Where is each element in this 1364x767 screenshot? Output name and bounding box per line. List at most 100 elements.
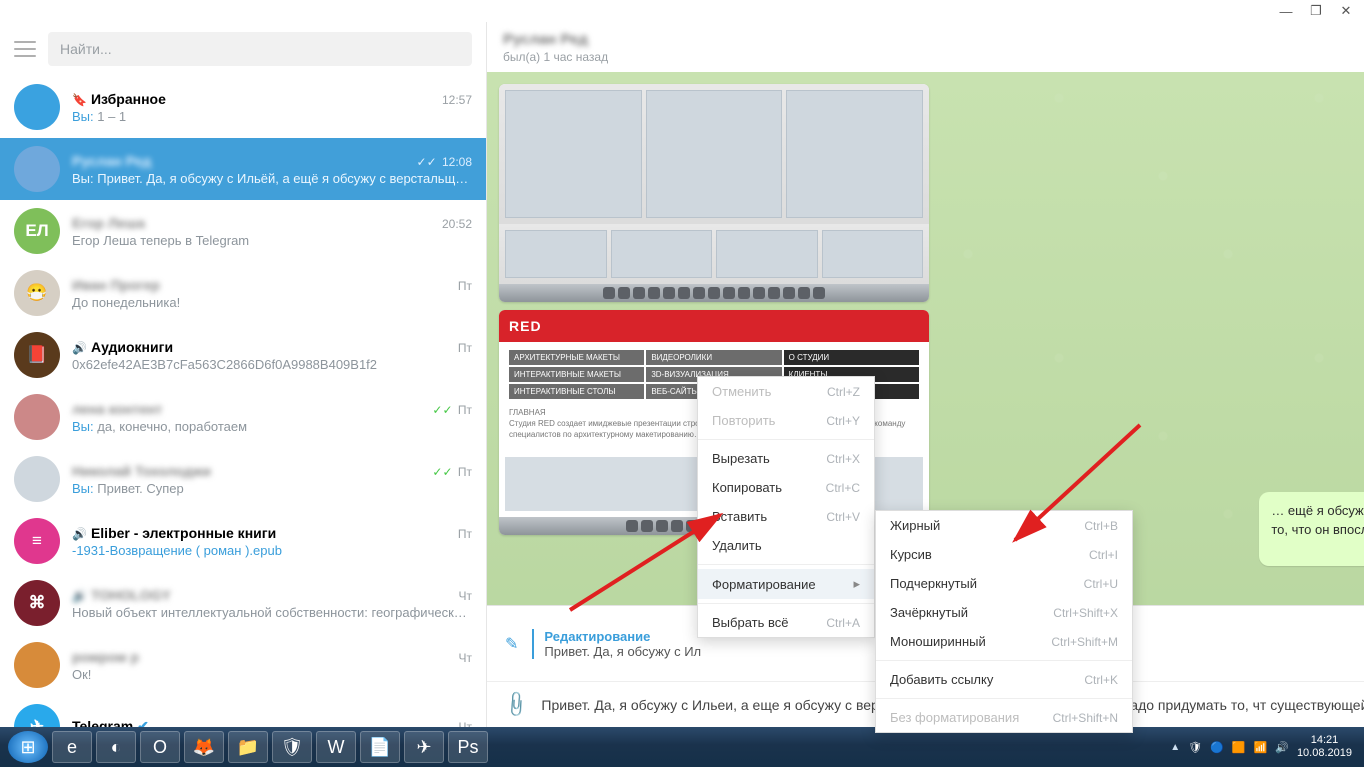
chat-item[interactable]: 😷Иван ПрогерПтДо понедельника! (0, 262, 486, 324)
taskbar-app-icon[interactable]: ◐ (96, 731, 136, 763)
chat-time: 12:57 (442, 93, 472, 107)
taskbar-app-icon[interactable]: e (52, 731, 92, 763)
edit-icon: ✎ (505, 634, 518, 654)
chat-item[interactable]: ≡🔊Eliber - электронные книгиПт-1931-Возв… (0, 510, 486, 572)
chat-list: 🔖Избранное12:57Вы: 1 – 1 Руслан Ред ✓✓ 12:… (0, 76, 486, 727)
menu-item[interactable]: МоноширинныйCtrl+Shift+M (876, 627, 1132, 656)
chat-item[interactable]: Руслан Ред✓✓ 12:08Вы: Привет. Да, я обсу… (0, 138, 486, 200)
menu-item[interactable]: Вырезать Ctrl+X (698, 444, 874, 473)
chat-name: Telegram ✔ (72, 718, 149, 728)
attach-icon[interactable]: 📎 (501, 689, 532, 720)
chat-time: Чт (459, 651, 473, 665)
system-tray: ▲ 🛡 🔵 🟧 📶 🔊 14:21 10.08.2019 (1170, 734, 1358, 760)
clock-date: 10.08.2019 (1297, 747, 1352, 760)
menu-item[interactable]: ЗачёркнутыйCtrl+Shift+X (876, 598, 1132, 627)
outgoing-message[interactable]: … ещё я обсужу с верстальщиком, и разраб… (1259, 492, 1364, 566)
menu-label: Вырезать (712, 451, 770, 466)
menu-shortcut: Ctrl+K (1084, 673, 1118, 687)
contact-name: Руслан Ред (503, 31, 1364, 48)
menu-label: Зачёркнутый (890, 605, 968, 620)
tray-icon[interactable]: 🛡 (1188, 741, 1202, 754)
chat-preview: До понедельника! (72, 295, 472, 310)
taskbar-app-icon[interactable]: 📄 (360, 731, 400, 763)
menu-shortcut: Ctrl+C (826, 481, 860, 495)
chat-item[interactable]: 🔖Избранное12:57Вы: 1 – 1 (0, 76, 486, 138)
chat-item[interactable]: ⌘🔊TOHOLOGYЧтНовый объект интеллектуально… (0, 572, 486, 634)
menu-label: Удалить (712, 538, 762, 553)
taskbar-clock[interactable]: 14:21 10.08.2019 (1297, 734, 1352, 760)
avatar: 😷 (14, 270, 60, 316)
message-media-1[interactable] (499, 84, 929, 302)
chat-time: ✓✓ Пт (432, 465, 472, 479)
menu-label: Жирный (890, 518, 940, 533)
chat-name: Николай Тохолоджи (72, 463, 211, 479)
menu-item[interactable]: ПодчеркнутыйCtrl+U (876, 569, 1132, 598)
tray-expand-icon[interactable]: ▲ (1170, 742, 1180, 753)
taskbar-app-icon[interactable]: ✈ (404, 731, 444, 763)
chat-name: 🔊TOHOLOGY (72, 587, 171, 603)
menu-label: Повторить (712, 413, 775, 428)
menu-item[interactable]: Жирный Ctrl+B (876, 511, 1132, 540)
search-input[interactable]: Найти... (48, 32, 472, 66)
contact-status: был(а) 1 час назад (503, 50, 1364, 64)
chat-item[interactable]: 📕🔊АудиокнигиПт0x62efe42AE3B7cFa563C2866D… (0, 324, 486, 386)
menu-item[interactable]: КопироватьCtrl+C (698, 473, 874, 502)
taskbar-app-icon[interactable]: O (140, 731, 180, 763)
chat-type-icon: 🔖 (72, 93, 87, 107)
menu-shortcut: Ctrl+B (1084, 519, 1118, 533)
chat-item[interactable]: лена контент✓✓ ПтВы: да, конечно, порабо… (0, 386, 486, 448)
taskbar-icons: ⊞e◐O🦊📁🛡W📄✈Ps (6, 731, 490, 763)
chat-preview: Вы: Привет. Супер (72, 481, 472, 496)
taskbar-app-icon[interactable]: Ps (448, 731, 488, 763)
tray-icon[interactable]: 🔵 (1210, 741, 1224, 754)
chat-preview: Вы: да, конечно, поработаем (72, 419, 472, 434)
context-menu-edit[interactable]: ОтменитьCtrl+ZПовторитьCtrl+YВырезатьCtr… (697, 376, 875, 638)
app: Найти... 🔖Избранное12:57Вы: 1 – 1 Руслан … (0, 22, 1364, 727)
chat-item[interactable]: ромром рЧтОк! (0, 634, 486, 696)
avatar: ≡ (14, 518, 60, 564)
menu-item[interactable]: Выбрать всёCtrl+A (698, 608, 874, 637)
chat-name: 🔊Аудиокниги (72, 339, 173, 355)
taskbar-app-icon[interactable]: ⊞ (8, 731, 48, 763)
tray-icon[interactable]: 🟧 (1232, 741, 1246, 754)
taskbar-app-icon[interactable]: W (316, 731, 356, 763)
chat-preview: Егор Леша теперь в Telegram (72, 233, 472, 248)
taskbar-app-icon[interactable]: 🛡 (272, 731, 312, 763)
maximize-button[interactable]: ❐ (1304, 2, 1328, 20)
menu-shortcut: Ctrl+I (1089, 548, 1118, 562)
avatar (14, 642, 60, 688)
tray-volume-icon[interactable]: 🔊 (1275, 741, 1289, 754)
chat-preview: -1931-Возвращение ( роман ).epub (72, 543, 472, 558)
menu-icon[interactable] (14, 41, 36, 57)
submenu-arrow-icon: ▸ (853, 576, 860, 592)
message-text: … ещё я обсужу с верстальщиком, и разраб… (1271, 503, 1364, 537)
chat-item[interactable]: Николай Тохолоджи ✓✓ Пт Вы: Привет. Супер (0, 448, 486, 510)
site-menu-item: О СТУДИИ (784, 350, 919, 365)
taskbar-app-icon[interactable]: 🦊 (184, 731, 224, 763)
chat-time: ✓✓ 12:08 (417, 155, 472, 169)
menu-shortcut: Ctrl+X (826, 452, 860, 466)
minimize-button[interactable]: — (1274, 2, 1298, 20)
context-menu-formatting[interactable]: Жирный Ctrl+B КурсивCtrl+IПодчеркнутыйCtrl… (875, 510, 1133, 733)
chat-preview: Ок! (72, 667, 472, 682)
chat-item[interactable]: ✈Telegram ✔Чт (0, 696, 486, 727)
menu-item[interactable]: КурсивCtrl+I (876, 540, 1132, 569)
chat-time: Чт (459, 589, 473, 603)
chat-name: Руслан Ред (72, 153, 151, 169)
clock-time: 14:21 (1297, 734, 1352, 747)
menu-item[interactable]: Добавить ссылкуCtrl+K (876, 665, 1132, 694)
avatar: ⌘ (14, 580, 60, 626)
chat-name: 🔊Eliber - электронные книги (72, 525, 276, 541)
menu-item[interactable]: Форматирование▸ (698, 569, 874, 599)
tray-network-icon[interactable]: 📶 (1254, 741, 1268, 754)
close-button[interactable]: ✕ (1334, 2, 1358, 20)
menu-item[interactable]: ВставитьCtrl+V (698, 502, 874, 531)
chat-item[interactable]: ЕЛЕгор Леша20:52Егор Леша теперь в Teleg… (0, 200, 486, 262)
chat-time: 20:52 (442, 217, 472, 231)
taskbar: ⊞e◐O🦊📁🛡W📄✈Ps ▲ 🛡 🔵 🟧 📶 🔊 14:21 10.08.201… (0, 727, 1364, 767)
chat-time: Чт (459, 720, 473, 728)
chat-time: Пт (458, 341, 472, 355)
taskbar-app-icon[interactable]: 📁 (228, 731, 268, 763)
menu-item[interactable]: Удалить (698, 531, 874, 560)
menu-label: Моноширинный (890, 634, 986, 649)
